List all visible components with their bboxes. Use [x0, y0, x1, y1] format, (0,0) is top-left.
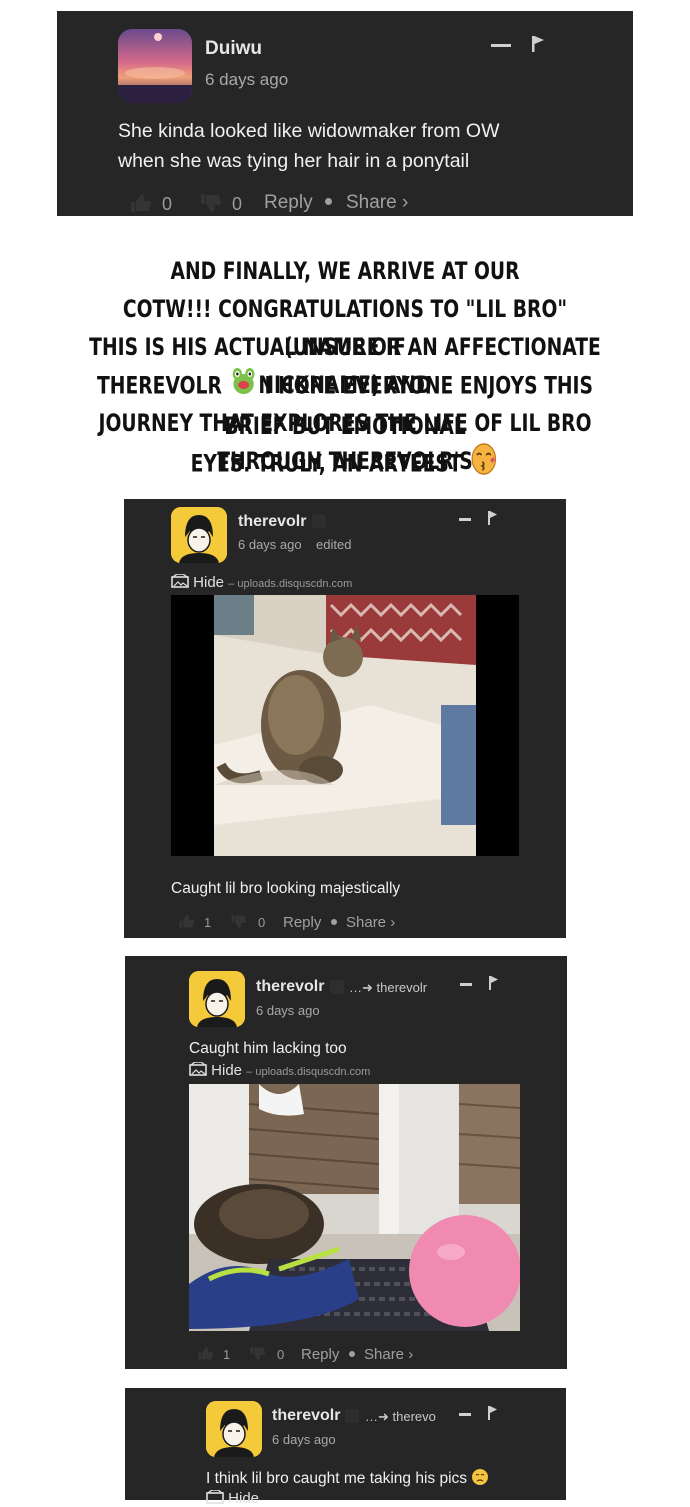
hide-link[interactable]: Hide [228, 1490, 259, 1507]
separator-dot [331, 919, 337, 925]
minimize-icon[interactable] [460, 983, 472, 986]
avatar-image [171, 507, 227, 563]
comment-text: I think lil bro caught me taking his pic… [206, 1467, 489, 1490]
image-source[interactable]: – uploads.disquscdn.com [228, 578, 352, 590]
reply-to-username: therevolr [376, 980, 428, 995]
comment-timestamp[interactable]: 6 days ago [256, 1003, 320, 1018]
comment-username[interactable]: therevolr [272, 1407, 340, 1425]
comment-text: Caught him lacking too [189, 1040, 347, 1057]
avatar-image [206, 1401, 262, 1457]
avatar[interactable] [171, 507, 227, 563]
badge-icon [345, 1409, 359, 1423]
comment-timestamp[interactable]: 6 days ago [238, 537, 302, 552]
downvote-count: 0 [258, 915, 266, 930]
badge-icon [330, 980, 344, 994]
minimize-icon[interactable] [459, 1413, 471, 1416]
minimize-icon[interactable] [459, 518, 471, 521]
reply-button[interactable]: Reply [283, 914, 321, 931]
image-hide-row: Hide [206, 1489, 259, 1507]
kissing-face-emoji-icon [468, 442, 499, 487]
comment-timestamp[interactable]: 6 days ago [272, 1432, 336, 1447]
comment-timestamp[interactable]: 6 days ago [205, 70, 288, 90]
narration-text: EYES. TRULY, AN ARTEEST [190, 449, 462, 478]
share-button[interactable]: Share › [364, 1346, 413, 1363]
downvote-icon[interactable] [249, 1346, 265, 1364]
reply-button[interactable]: Reply [264, 192, 313, 214]
reply-button[interactable]: Reply [301, 1346, 339, 1363]
upvote-icon[interactable] [178, 914, 194, 932]
comment-username[interactable]: Duiwu [205, 38, 262, 60]
edited-label: edited [316, 537, 352, 552]
image-source[interactable]: – uploads.disquscdn.com [246, 1066, 370, 1078]
flag-icon[interactable] [487, 511, 498, 530]
separator-dot [349, 1351, 355, 1357]
share-button[interactable]: Share › [346, 192, 408, 214]
hide-link[interactable]: Hide [193, 574, 224, 591]
avatar[interactable] [206, 1401, 262, 1457]
attached-image-cat-majestic[interactable] [171, 595, 519, 856]
upvote-icon[interactable] [129, 193, 151, 218]
flag-icon[interactable] [531, 35, 545, 58]
narration-line-with-emoji: EYES. TRULY, AN ARTEEST [76, 442, 614, 487]
minimize-icon[interactable] [491, 44, 511, 47]
comment-card-therevolr-2: therevolr …➜ therevolr 6 days ago Caught… [125, 956, 567, 1369]
comment-card-therevolr-1: therevolr 6 days ago edited Hide – uploa… [124, 499, 566, 938]
reply-arrow-icon: …➜ [349, 980, 373, 995]
comment-username[interactable]: therevolr [238, 513, 306, 531]
comment-text: Caught lil bro looking majestically [171, 880, 401, 897]
comment-username[interactable]: therevolr [256, 978, 324, 996]
share-button[interactable]: Share › [346, 914, 395, 931]
attached-image-cat-lacking[interactable] [189, 1084, 520, 1331]
reply-to[interactable]: …➜ therevo [365, 1409, 436, 1425]
comment-card-therevolr-3: therevolr …➜ therevo 6 days ago I think … [125, 1388, 566, 1507]
sunset-avatar-image [118, 29, 192, 103]
downvote-icon[interactable] [199, 193, 221, 218]
separator-dot [325, 198, 332, 205]
comment-text: She kinda looked like widowmaker from OW… [118, 120, 500, 172]
avatar[interactable] [189, 971, 245, 1027]
image-hide-row: Hide – uploads.disquscdn.com [189, 1061, 370, 1079]
flag-icon[interactable] [488, 976, 499, 995]
upvote-count: 1 [204, 915, 212, 930]
disappointed-face-emoji-icon [471, 1469, 489, 1487]
frog-emoji-icon [228, 366, 258, 407]
comment-card-duiwu: Duiwu 6 days ago She kinda looked like w… [57, 11, 633, 216]
reply-to-username: therevo [392, 1409, 436, 1424]
image-icon [171, 573, 193, 591]
reply-to[interactable]: …➜ therevolr [349, 980, 427, 996]
avatar[interactable] [118, 29, 192, 103]
downvote-count: 0 [277, 1347, 285, 1362]
downvote-icon[interactable] [230, 914, 246, 932]
flag-icon[interactable] [487, 1406, 498, 1425]
image-hide-row: Hide – uploads.disquscdn.com [171, 573, 352, 591]
reply-arrow-icon: …➜ [365, 1409, 389, 1424]
image-icon [206, 1489, 228, 1507]
image-icon [189, 1061, 211, 1079]
badge-icon [312, 514, 326, 528]
narration-text: THEREVOLR [97, 371, 222, 400]
upvote-icon[interactable] [197, 1346, 213, 1364]
upvote-count: 0 [162, 194, 173, 214]
narration-block: AND FINALLY, WE ARRIVE AT OUR COTW!!! CO… [0, 252, 690, 484]
comment-text-content: I think lil bro caught me taking his pic… [206, 1470, 468, 1487]
narration-line: AND FINALLY, WE ARRIVE AT OUR [170, 257, 520, 285]
hide-link[interactable]: Hide [211, 1062, 242, 1079]
upvote-count: 1 [223, 1347, 231, 1362]
downvote-count: 0 [232, 194, 243, 214]
avatar-image [189, 971, 245, 1027]
